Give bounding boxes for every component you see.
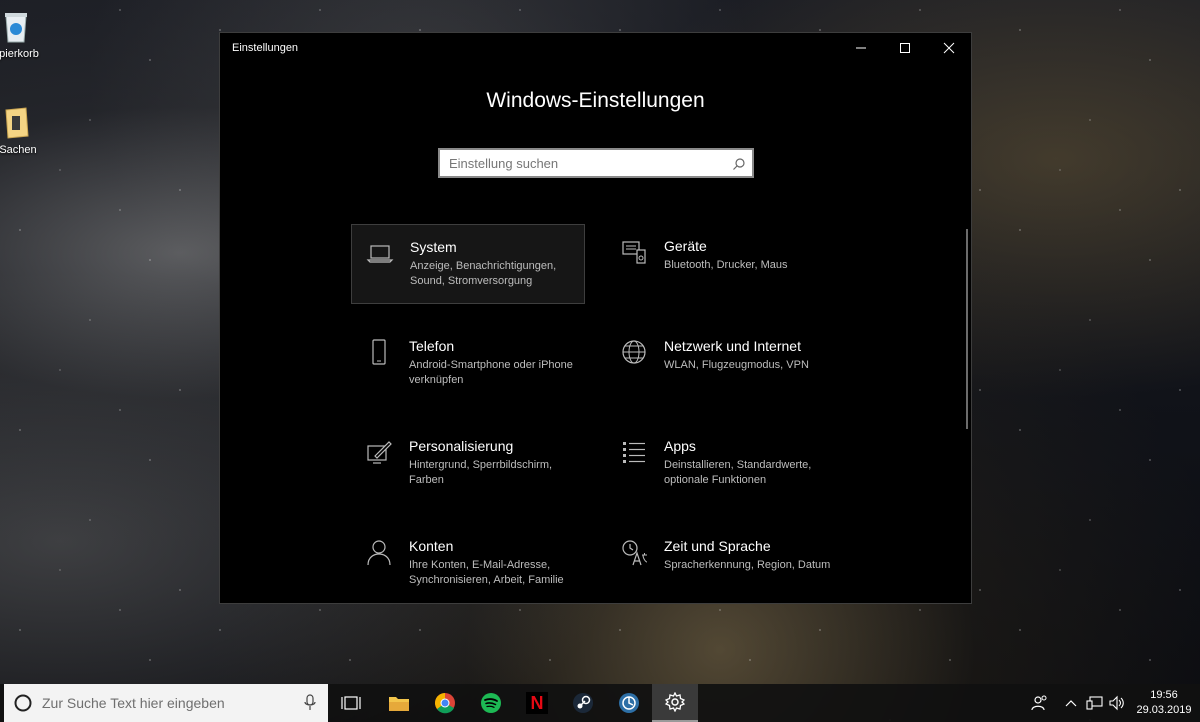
desktop-icon-recycle-bin[interactable]: apierkorb [0, 8, 46, 60]
task-view-icon [341, 696, 361, 710]
netflix-icon: N [526, 692, 548, 714]
folder-icon [0, 104, 36, 140]
category-description: Deinstallieren, Standardwerte, optionale… [664, 459, 812, 486]
category-description: Android-Smartphone oder iPhone verknüpfe… [409, 359, 573, 386]
settings-search [438, 148, 754, 178]
minimize-icon [856, 47, 866, 49]
category-devices[interactable]: Geräte Bluetooth, Drucker, Maus [606, 224, 840, 304]
category-apps[interactable]: Apps Deinstallieren, Standardwerte, opti… [606, 424, 840, 504]
steam-button[interactable] [560, 684, 606, 722]
taskbar: Zur Suche Text hier eingeben N 19:56 29.… [0, 684, 1200, 722]
globe-icon [622, 340, 646, 364]
category-description: Hintergrund, Sperrbildschirm, Farben [409, 459, 553, 486]
category-title: Telefon [409, 338, 455, 354]
category-system[interactable]: System Anzeige, Benachrichtigungen, Soun… [351, 224, 585, 304]
apps-list-icon [623, 442, 645, 463]
steam-icon [573, 693, 593, 713]
close-button[interactable] [927, 33, 971, 63]
speaker-icon [1109, 695, 1124, 711]
desktop-icon-label: Sachen [0, 144, 37, 156]
laptop-icon [366, 245, 394, 263]
recycle-bin-icon [0, 8, 34, 44]
category-title: Netzwerk und Internet [664, 338, 801, 354]
title-bar[interactable]: Einstellungen [220, 33, 971, 63]
category-title: Konten [409, 538, 454, 554]
phone-icon [372, 339, 386, 365]
category-title: Apps [664, 438, 696, 454]
taskbar-search[interactable]: Zur Suche Text hier eingeben [4, 684, 328, 722]
time-language-icon [622, 540, 648, 566]
category-description: WLAN, Flugzeugmodus, VPN [664, 359, 809, 371]
desktop-icon-folder[interactable]: Sachen [0, 104, 48, 156]
category-title: Geräte [664, 238, 707, 254]
cortana-icon[interactable] [4, 693, 42, 713]
scrollbar[interactable] [966, 229, 968, 429]
category-accounts[interactable]: Konten Ihre Konten, E-Mail-Adresse, Sync… [351, 524, 585, 604]
category-description: Ihre Konten, E-Mail-Adresse, Synchronisi… [409, 559, 564, 586]
page-title: Windows-Einstellungen [486, 89, 705, 112]
category-phone[interactable]: Telefon Android-Smartphone oder iPhone v… [351, 324, 585, 404]
file-explorer-icon [389, 697, 409, 711]
paint-icon [367, 441, 392, 464]
close-icon [943, 42, 955, 54]
settings-taskbar-button[interactable] [652, 684, 698, 722]
app-icon [619, 693, 639, 713]
microphone-icon[interactable] [292, 694, 328, 712]
category-title: Personalisierung [409, 438, 514, 454]
network-icon [1086, 696, 1103, 710]
desktop-icon-label: apierkorb [0, 48, 39, 60]
category-description: Bluetooth, Drucker, Maus [664, 259, 788, 271]
category-time-language[interactable]: Zeit und Sprache Spracherkennung, Region… [606, 524, 840, 604]
chevron-up-icon [1065, 700, 1077, 707]
category-title: Zeit und Sprache [664, 538, 771, 554]
network-tray-button[interactable] [1084, 684, 1106, 722]
people-icon [1031, 695, 1047, 711]
chrome-button[interactable] [422, 684, 468, 722]
file-explorer-button[interactable] [376, 684, 422, 722]
category-personalization[interactable]: Personalisierung Hintergrund, Sperrbilds… [351, 424, 585, 504]
clock-date: 29.03.2019 [1136, 704, 1192, 716]
show-hidden-icons-button[interactable] [1060, 684, 1082, 722]
search-input[interactable] [440, 150, 752, 176]
settings-window: Einstellungen Windows-Einstellungen Syst… [219, 32, 972, 604]
volume-tray-button[interactable] [1106, 684, 1128, 722]
window-title: Einstellungen [232, 42, 299, 54]
search-icon[interactable] [732, 156, 746, 175]
category-description: Spracherkennung, Region, Datum [664, 559, 831, 571]
devices-icon [622, 241, 646, 264]
maximize-button[interactable] [883, 33, 927, 63]
people-button[interactable] [1026, 684, 1052, 722]
netflix-button[interactable]: N [514, 684, 560, 722]
spotify-icon [481, 693, 501, 713]
settings-gear-icon [665, 692, 685, 712]
netflix-letter: N [530, 692, 544, 713]
person-icon [367, 540, 391, 566]
taskbar-search-placeholder: Zur Suche Text hier eingeben [42, 695, 225, 711]
chrome-icon [435, 693, 455, 714]
task-view-button[interactable] [328, 684, 374, 722]
spotify-button[interactable] [468, 684, 514, 722]
category-network[interactable]: Netzwerk und Internet WLAN, Flugzeugmodu… [606, 324, 840, 404]
app-button[interactable] [606, 684, 652, 722]
category-title: System [410, 239, 457, 255]
category-description: Anzeige, Benachrichtigungen, Sound, Stro… [410, 260, 557, 287]
taskbar-clock[interactable]: 19:56 29.03.2019 [1134, 688, 1194, 718]
maximize-icon [900, 43, 910, 53]
minimize-button[interactable] [839, 33, 883, 63]
clock-time: 19:56 [1150, 689, 1178, 701]
